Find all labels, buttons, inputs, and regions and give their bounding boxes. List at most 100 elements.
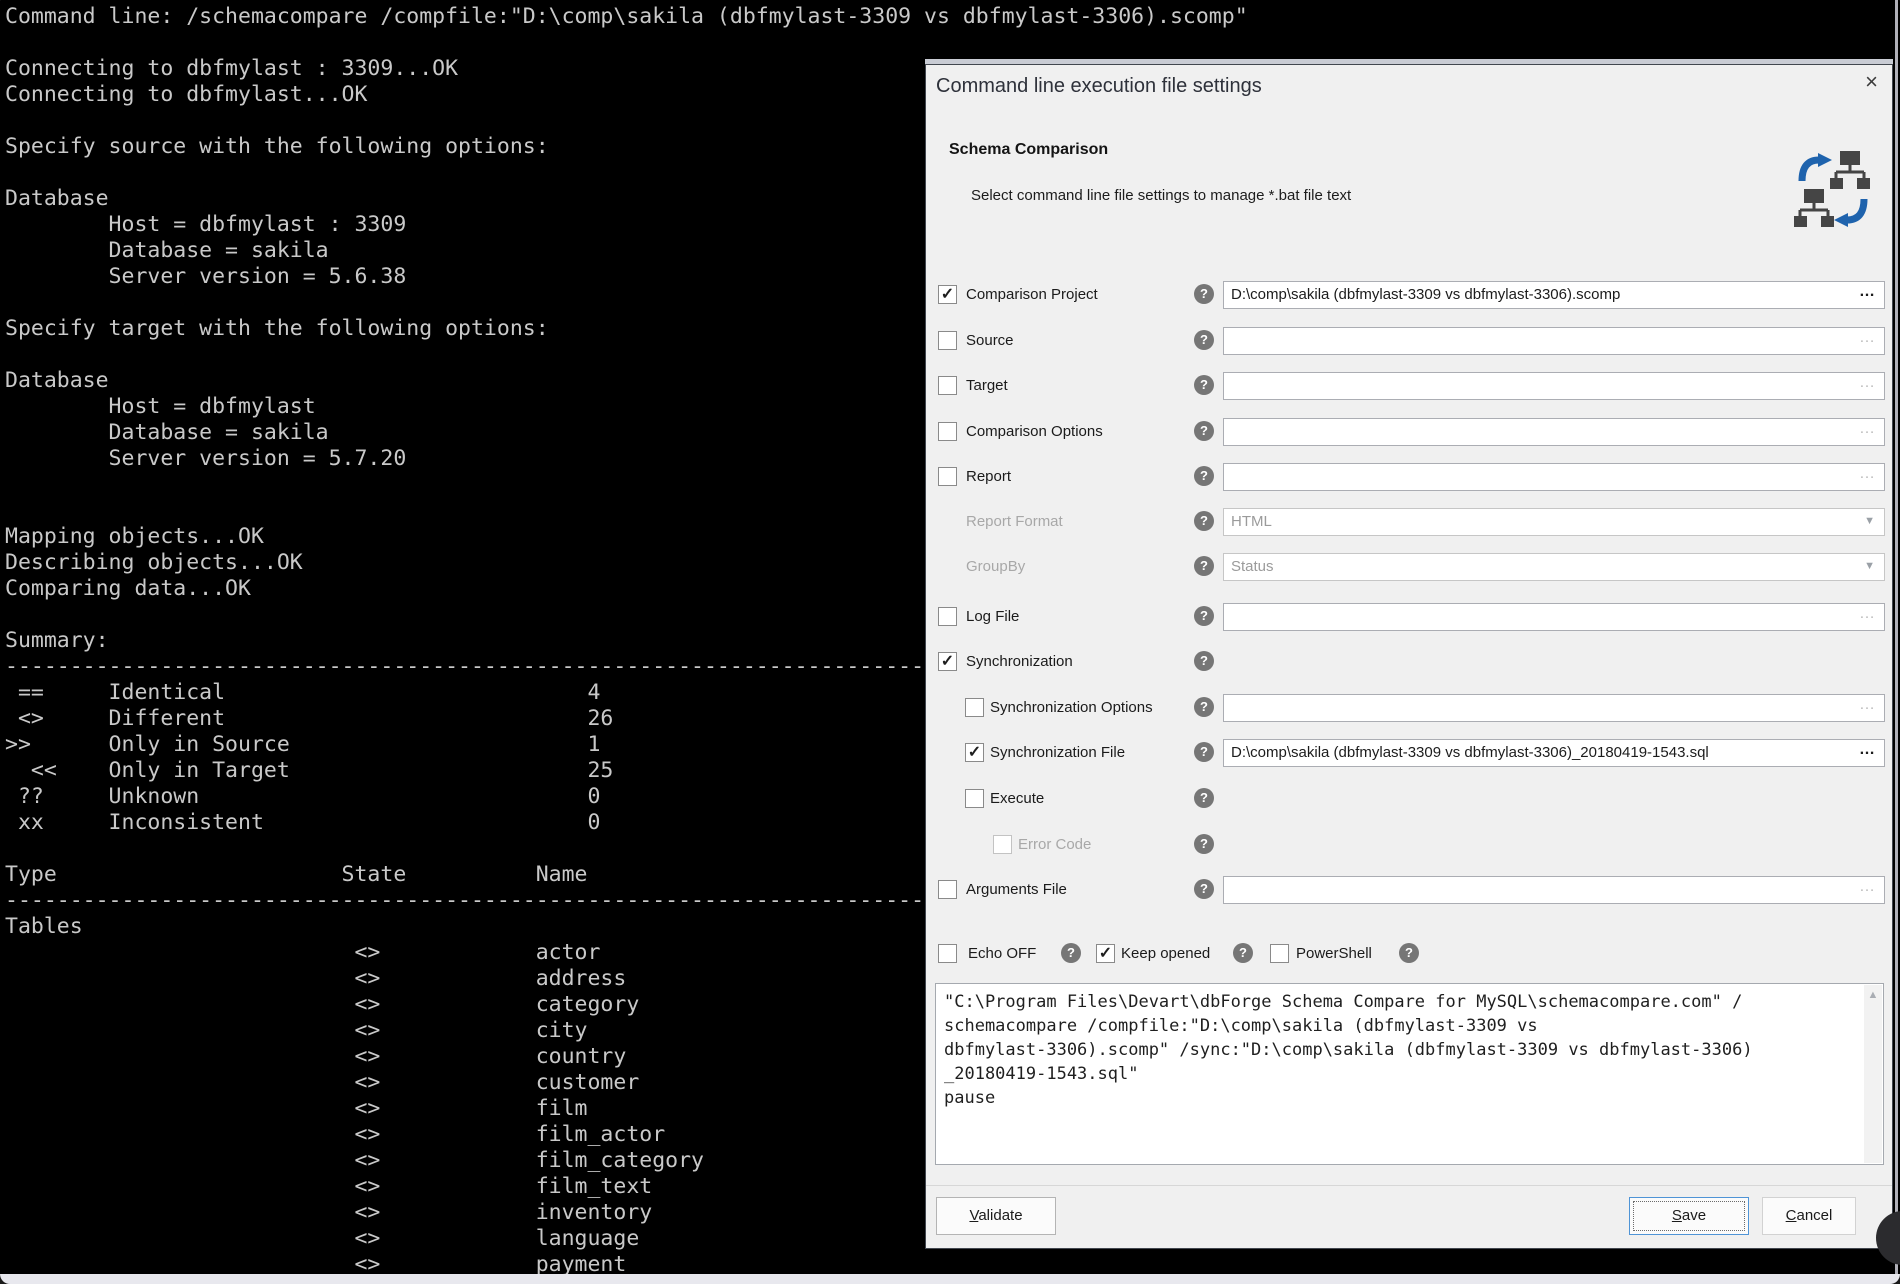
help-icon[interactable]: ? <box>1194 556 1214 576</box>
help-icon[interactable]: ? <box>1194 284 1214 304</box>
comparison-options-label: Comparison Options <box>966 423 1103 440</box>
row-source: ✓ Source ? … <box>926 318 1892 364</box>
source-input[interactable]: … <box>1223 327 1885 355</box>
help-icon[interactable]: ? <box>1194 788 1214 808</box>
help-icon[interactable]: ? <box>1061 943 1081 963</box>
chevron-down-icon: ▼ <box>1864 515 1875 527</box>
check-icon: ✓ <box>939 653 956 670</box>
arguments-file-label: Arguments File <box>966 881 1067 898</box>
keep-opened-label: Keep opened <box>1121 945 1210 962</box>
browse-ellipsis-button[interactable]: … <box>1859 420 1876 438</box>
arguments-file-input[interactable]: … <box>1223 876 1885 904</box>
bat-options-row: ✓ Echo OFF ? ✓ Keep opened ? ✓ PowerShel… <box>926 931 1892 977</box>
report-input[interactable]: … <box>1223 463 1885 491</box>
help-icon[interactable]: ? <box>1194 330 1214 350</box>
target-input[interactable]: … <box>1223 372 1885 400</box>
help-icon[interactable]: ? <box>1194 511 1214 531</box>
synchronization-options-input[interactable]: … <box>1223 694 1885 722</box>
help-icon[interactable]: ? <box>1194 421 1214 441</box>
error-code-checkbox[interactable]: ✓ <box>993 835 1012 854</box>
scroll-up-icon[interactable]: ▲ <box>1864 989 1882 1001</box>
comparison-options-input[interactable]: … <box>1223 418 1885 446</box>
help-icon[interactable]: ? <box>1194 742 1214 762</box>
execute-label: Execute <box>990 790 1044 807</box>
footer-divider <box>926 1185 1892 1186</box>
synchronization-options-checkbox[interactable]: ✓ <box>965 698 984 717</box>
close-icon[interactable]: × <box>1865 69 1878 95</box>
row-error-code: ✓ Error Code ? <box>926 822 1892 868</box>
powershell-label: PowerShell <box>1296 945 1372 962</box>
execute-checkbox[interactable]: ✓ <box>965 789 984 808</box>
row-groupby: GroupBy ? Status▼ <box>926 544 1892 590</box>
help-icon[interactable]: ? <box>1194 834 1214 854</box>
screen: Command line: /schemacompare /compfile:"… <box>0 0 1900 1284</box>
echo-off-checkbox[interactable]: ✓ <box>938 944 957 963</box>
comparison-project-input[interactable]: D:\comp\sakila (dbfmylast-3309 vs dbfmyl… <box>1223 281 1885 309</box>
row-report: ✓ Report ? … <box>926 454 1892 500</box>
keep-opened-checkbox[interactable]: ✓ <box>1096 944 1115 963</box>
log-file-label: Log File <box>966 608 1019 625</box>
row-log-file: ✓ Log File ? … <box>926 594 1892 640</box>
synchronization-file-checkbox[interactable]: ✓ <box>965 743 984 762</box>
row-execute: ✓ Execute ? <box>926 776 1892 822</box>
report-format-label: Report Format <box>966 513 1063 530</box>
validate-button[interactable]: Validate <box>936 1197 1056 1235</box>
groupby-label: GroupBy <box>966 558 1025 575</box>
synchronization-file-label: Synchronization File <box>990 744 1125 761</box>
bat-file-text: "C:\Program Files\Devart\dbForge Schema … <box>936 984 1883 1160</box>
help-icon[interactable]: ? <box>1194 879 1214 899</box>
comparison-project-label: Comparison Project <box>966 286 1098 303</box>
check-icon: ✓ <box>1097 945 1114 962</box>
help-icon[interactable]: ? <box>1233 943 1253 963</box>
browse-ellipsis-button[interactable]: … <box>1859 878 1876 896</box>
help-icon[interactable]: ? <box>1194 375 1214 395</box>
source-label: Source <box>966 332 1014 349</box>
browse-ellipsis-button[interactable]: … <box>1859 741 1876 759</box>
synchronization-file-input[interactable]: D:\comp\sakila (dbfmylast-3309 vs dbfmyl… <box>1223 739 1885 767</box>
row-comparison-project: ✓ Comparison Project ? D:\comp\sakila (d… <box>926 272 1892 318</box>
groupby-select[interactable]: Status▼ <box>1223 553 1885 581</box>
synchronization-checkbox[interactable]: ✓ <box>938 652 957 671</box>
browse-ellipsis-button[interactable]: … <box>1859 605 1876 623</box>
help-icon[interactable]: ? <box>1399 943 1419 963</box>
row-synchronization: ✓ Synchronization ? <box>926 639 1892 685</box>
save-button[interactable]: Save <box>1629 1197 1749 1235</box>
command-line-settings-dialog: Command line execution file settings × S… <box>925 64 1893 1249</box>
help-icon[interactable]: ? <box>1194 606 1214 626</box>
vertical-scrollbar[interactable]: ▲ <box>1864 985 1882 1163</box>
check-icon: ✓ <box>939 286 956 303</box>
row-target: ✓ Target ? … <box>926 363 1892 409</box>
browse-ellipsis-button[interactable]: … <box>1859 374 1876 392</box>
check-icon: ✓ <box>966 744 983 761</box>
log-file-input[interactable]: … <box>1223 603 1885 631</box>
section-heading: Schema Comparison <box>949 141 1108 159</box>
comparison-project-checkbox[interactable]: ✓ <box>938 285 957 304</box>
bat-file-text-area[interactable]: "C:\Program Files\Devart\dbForge Schema … <box>935 983 1884 1165</box>
browse-ellipsis-button[interactable]: … <box>1859 696 1876 714</box>
log-file-checkbox[interactable]: ✓ <box>938 607 957 626</box>
browse-ellipsis-button[interactable]: … <box>1859 465 1876 483</box>
browse-ellipsis-button[interactable]: … <box>1859 283 1876 301</box>
report-label: Report <box>966 468 1011 485</box>
browse-ellipsis-button[interactable]: … <box>1859 329 1876 347</box>
arguments-file-checkbox[interactable]: ✓ <box>938 880 957 899</box>
powershell-checkbox[interactable]: ✓ <box>1270 944 1289 963</box>
error-code-label: Error Code <box>1018 836 1091 853</box>
screenshot-right-edge <box>1895 0 1898 1284</box>
cancel-button[interactable]: Cancel <box>1762 1197 1856 1235</box>
target-checkbox[interactable]: ✓ <box>938 376 957 395</box>
help-icon[interactable]: ? <box>1194 466 1214 486</box>
report-format-select[interactable]: HTML▼ <box>1223 508 1885 536</box>
target-label: Target <box>966 377 1008 394</box>
row-report-format: Report Format ? HTML▼ <box>926 499 1892 545</box>
help-icon[interactable]: ? <box>1194 651 1214 671</box>
row-comparison-options: ✓ Comparison Options ? … <box>926 409 1892 455</box>
source-checkbox[interactable]: ✓ <box>938 331 957 350</box>
synchronization-options-label: Synchronization Options <box>990 699 1153 716</box>
schema-comparison-sync-icon <box>1794 149 1872 229</box>
report-checkbox[interactable]: ✓ <box>938 467 957 486</box>
row-synchronization-file: ✓ Synchronization File ? D:\comp\sakila … <box>926 730 1892 776</box>
screenshot-bottom-edge <box>0 1274 1900 1284</box>
comparison-options-checkbox[interactable]: ✓ <box>938 422 957 441</box>
help-icon[interactable]: ? <box>1194 697 1214 717</box>
